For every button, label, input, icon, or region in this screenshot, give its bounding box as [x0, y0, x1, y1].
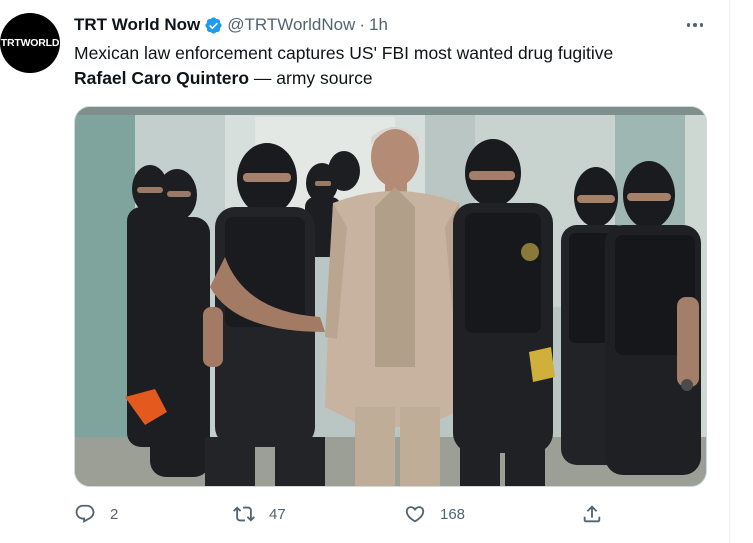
page-margin	[730, 0, 753, 543]
tweet-text: Mexican law enforcement captures US' FBI…	[74, 41, 714, 91]
separator-dot: ·	[359, 15, 365, 34]
share-button[interactable]	[581, 500, 603, 528]
trt-world-logo: TRTWORLD	[0, 37, 60, 49]
tweet-text-bold-name: Rafael Caro Quintero	[74, 68, 250, 88]
photo-illustration	[75, 107, 706, 486]
reply-icon	[75, 504, 95, 523]
like-count: 168	[440, 505, 466, 523]
retweet-count: 47	[269, 505, 286, 523]
more-options-icon[interactable]	[682, 14, 708, 36]
tweet-actions: 2 47 168	[74, 500, 614, 528]
heart-icon	[405, 506, 425, 523]
verified-badge-icon	[205, 16, 222, 34]
display-name[interactable]: TRT World Now	[74, 15, 200, 35]
retweet-icon	[233, 506, 255, 522]
reply-count: 2	[110, 505, 119, 523]
tweet-photo[interactable]	[74, 106, 707, 487]
retweet-button[interactable]: 47	[233, 500, 286, 528]
user-handle[interactable]: @TRTWorldNow	[227, 15, 355, 35]
reply-button[interactable]: 2	[74, 500, 118, 528]
like-button[interactable]: 168	[404, 500, 465, 528]
tweet-header: TRT World Now @TRTWorldNow · 1h	[74, 14, 388, 36]
tweet[interactable]: TRTWORLD TRT World Now @TRTWorldNow · 1h…	[0, 0, 729, 543]
avatar[interactable]: TRTWORLD	[0, 13, 60, 73]
tweet-text-line1: Mexican law enforcement captures US' FBI…	[74, 43, 614, 63]
tweet-text-rest: — army source	[249, 68, 373, 88]
timestamp[interactable]: 1h	[369, 15, 388, 35]
share-icon	[583, 505, 601, 523]
